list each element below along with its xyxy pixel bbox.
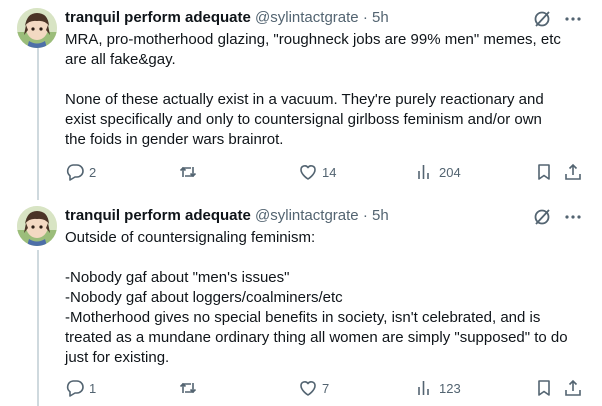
reply-count: 2 bbox=[89, 164, 97, 180]
reply-button[interactable]: 2 bbox=[65, 162, 96, 182]
tweet-header: tranquil perform adequate @sylintactgrat… bbox=[65, 206, 389, 226]
separator: · bbox=[362, 207, 368, 224]
tweet-line: None of these actually exist in a vacuum… bbox=[65, 91, 544, 108]
tweet-line: MRA, pro-motherhood glazing, "roughneck … bbox=[65, 31, 561, 48]
tweet-line: Outside of countersignaling feminism: bbox=[65, 229, 316, 246]
tweet-line: exist specifically and only to countersi… bbox=[65, 111, 542, 128]
like-button[interactable]: 7 bbox=[298, 378, 329, 398]
bookmark-button[interactable] bbox=[534, 378, 554, 398]
tweet-line: -Nobody gaf about loggers/coalminers/etc bbox=[65, 289, 343, 306]
timestamp[interactable]: 5h bbox=[372, 9, 389, 26]
views-icon bbox=[418, 165, 429, 179]
share-icon bbox=[565, 379, 581, 396]
share-button[interactable] bbox=[563, 378, 583, 398]
avatar-image bbox=[17, 8, 57, 48]
retweet-button[interactable] bbox=[178, 162, 202, 182]
bookmark-icon bbox=[538, 164, 550, 180]
tweet-text: Outside of countersignaling feminism: -N… bbox=[65, 228, 590, 368]
tweet-line: -Motherhood gives no special benefits in… bbox=[65, 309, 541, 326]
author-name[interactable]: tranquil perform adequate bbox=[65, 207, 251, 224]
author-name[interactable]: tranquil perform adequate bbox=[65, 9, 251, 26]
share-button[interactable] bbox=[563, 162, 583, 182]
views-icon bbox=[418, 381, 429, 395]
more-icon[interactable] bbox=[564, 208, 582, 226]
views-count: 204 bbox=[439, 164, 461, 180]
tweet-header: tranquil perform adequate @sylintactgrat… bbox=[65, 8, 389, 28]
grok-slash-icon[interactable] bbox=[532, 9, 552, 29]
reply-button[interactable]: 1 bbox=[65, 378, 96, 398]
tweet-line: just for existing. bbox=[65, 349, 170, 366]
retweet-icon bbox=[179, 166, 197, 178]
like-count: 7 bbox=[322, 380, 330, 396]
like-count: 14 bbox=[322, 164, 337, 180]
separator: · bbox=[362, 9, 368, 26]
views-count: 123 bbox=[439, 380, 461, 396]
tweet-line: -Nobody gaf about "men's issues" bbox=[65, 269, 290, 286]
tweet-line: treated as a mundane ordinary thing all … bbox=[65, 329, 568, 346]
author-handle[interactable]: @sylintactgrate bbox=[255, 9, 359, 26]
avatar-image bbox=[17, 206, 57, 246]
tweet-text: MRA, pro-motherhood glazing, "roughneck … bbox=[65, 30, 590, 150]
tweet-top-actions bbox=[532, 207, 582, 227]
views-button[interactable]: 123 bbox=[415, 378, 461, 398]
tweet[interactable]: tranquil perform adequate @sylintactgrat… bbox=[0, 8, 602, 198]
timestamp[interactable]: 5h bbox=[372, 207, 389, 224]
reply-count: 1 bbox=[89, 380, 97, 396]
author-handle[interactable]: @sylintactgrate bbox=[255, 207, 359, 224]
retweet-icon bbox=[179, 382, 197, 394]
share-icon bbox=[565, 163, 581, 180]
tweet-line: are all fake&gay. bbox=[65, 51, 176, 68]
more-icon[interactable] bbox=[564, 10, 582, 28]
avatar[interactable] bbox=[17, 8, 57, 48]
reply-icon bbox=[66, 380, 84, 397]
avatar[interactable] bbox=[17, 206, 57, 246]
grok-slash-icon[interactable] bbox=[532, 207, 552, 227]
action-bar: 2 14 204 bbox=[65, 162, 585, 182]
retweet-button[interactable] bbox=[178, 378, 202, 398]
views-button[interactable]: 204 bbox=[415, 162, 461, 182]
bookmark-icon bbox=[538, 380, 550, 396]
tweet[interactable]: tranquil perform adequate @sylintactgrat… bbox=[0, 206, 602, 406]
tweet-line: the foids in gender wars brainrot. bbox=[65, 131, 284, 148]
action-bar: 1 7 123 bbox=[65, 378, 585, 398]
heart-icon bbox=[300, 165, 316, 180]
tweet-top-actions bbox=[532, 9, 582, 29]
reply-icon bbox=[66, 164, 84, 181]
bookmark-button[interactable] bbox=[534, 162, 554, 182]
heart-icon bbox=[300, 381, 316, 396]
like-button[interactable]: 14 bbox=[298, 162, 336, 182]
